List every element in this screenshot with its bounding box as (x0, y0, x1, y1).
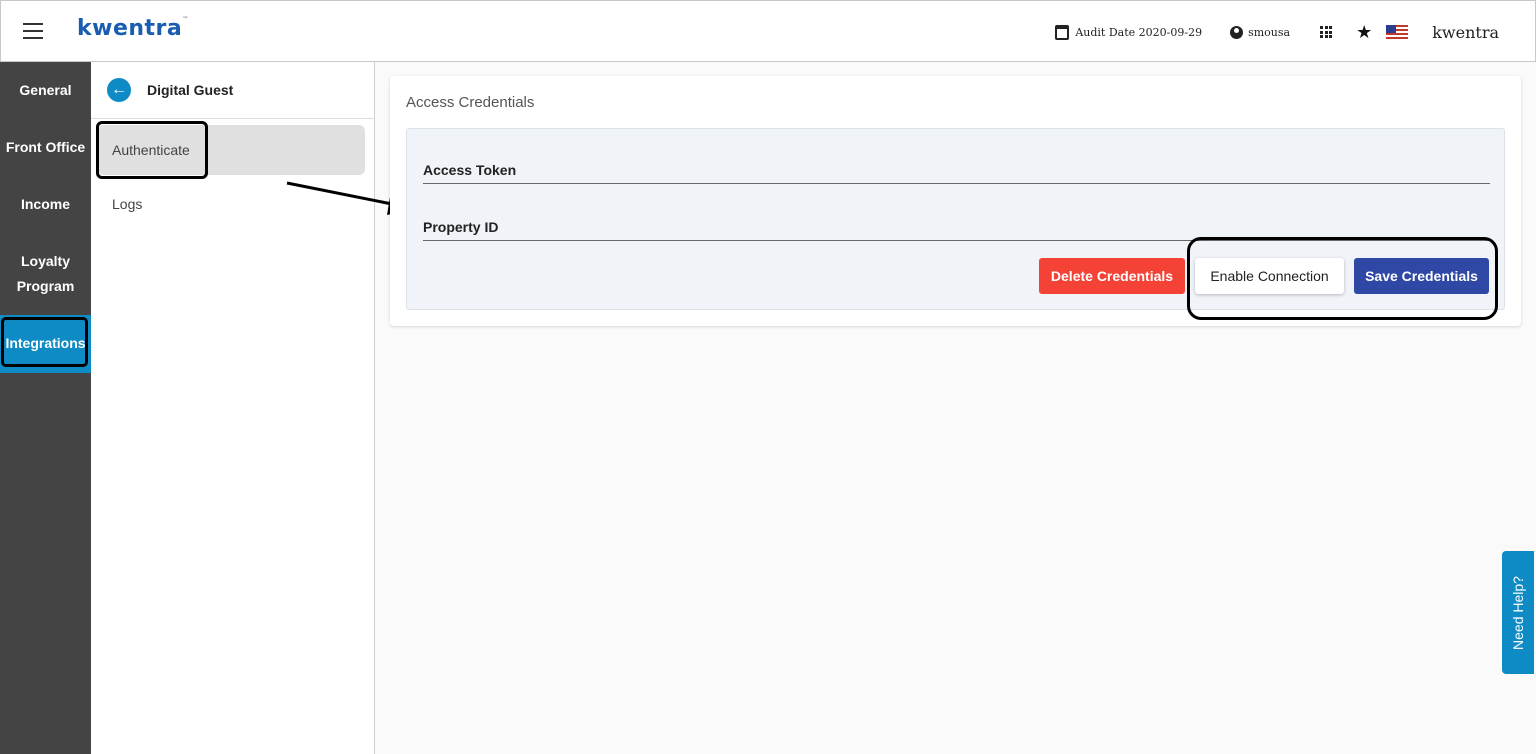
star-icon[interactable]: ★ (1356, 22, 1372, 43)
property-id-label: Property ID (423, 219, 499, 235)
access-token-label: Access Token (423, 162, 517, 178)
audit-date-text: Audit Date 2020-09-29 (1075, 25, 1203, 39)
brand-name[interactable]: kwentra (1432, 23, 1499, 42)
need-help-label: Need Help? (1510, 575, 1526, 650)
sidebar-item-general[interactable]: General (0, 78, 91, 103)
enable-connection-button[interactable]: Enable Connection (1195, 258, 1344, 294)
sidebar-item-front-office[interactable]: Front Office (0, 135, 91, 160)
delete-credentials-button[interactable]: Delete Credentials (1039, 258, 1185, 294)
subnav-title: Digital Guest (147, 82, 234, 98)
logo[interactable]: kwentra™ (77, 16, 189, 41)
subnav-item-authenticate[interactable]: Authenticate (96, 121, 365, 179)
access-credentials-card: Access Credentials Access Token Property… (390, 76, 1521, 326)
highlight-box (1, 317, 88, 367)
header-actions: Audit Date 2020-09-29 smousa ★ kwentra (1055, 1, 1499, 63)
sidebar-item-integrations[interactable]: Integrations (0, 315, 91, 373)
highlight-box (96, 121, 208, 179)
subnav-item-label: Logs (112, 196, 143, 212)
sub-sidebar: ← Digital Guest Authenticate Logs (91, 62, 375, 754)
credentials-panel: Access Token Property ID Delete Credenti… (406, 128, 1505, 320)
account-icon (1230, 25, 1244, 39)
sidebar-item-income[interactable]: Income (0, 192, 91, 217)
subnav-header: ← Digital Guest (91, 62, 374, 119)
sidebar-item-label: Front Office (5, 139, 86, 155)
user-menu[interactable]: smousa (1230, 25, 1291, 39)
sidebar-item-loyalty-program[interactable]: Loyalty Program (0, 249, 91, 299)
property-id-field[interactable]: Property ID (423, 213, 1490, 241)
menu-icon[interactable] (23, 23, 43, 39)
card-title: Access Credentials (406, 94, 535, 111)
sidebar-item-label: Loyalty Program (16, 253, 75, 294)
audit-date[interactable]: Audit Date 2020-09-29 (1055, 24, 1203, 40)
sidebar-item-label: Income (20, 196, 70, 212)
top-bar: kwentra™ Audit Date 2020-09-29 smousa ★ … (0, 0, 1536, 62)
save-credentials-button[interactable]: Save Credentials (1354, 258, 1489, 294)
calendar-icon (1055, 24, 1070, 40)
access-token-field[interactable]: Access Token (423, 156, 1490, 184)
username: smousa (1248, 25, 1291, 39)
us-flag-icon[interactable] (1386, 24, 1409, 40)
main-sidebar: General Front Office Income Loyalty Prog… (0, 62, 91, 754)
sidebar-item-label: General (19, 82, 72, 98)
need-help-tab[interactable]: Need Help? (1502, 551, 1534, 674)
back-arrow-icon[interactable]: ← (107, 78, 131, 102)
apps-grid-icon[interactable] (1320, 26, 1333, 38)
